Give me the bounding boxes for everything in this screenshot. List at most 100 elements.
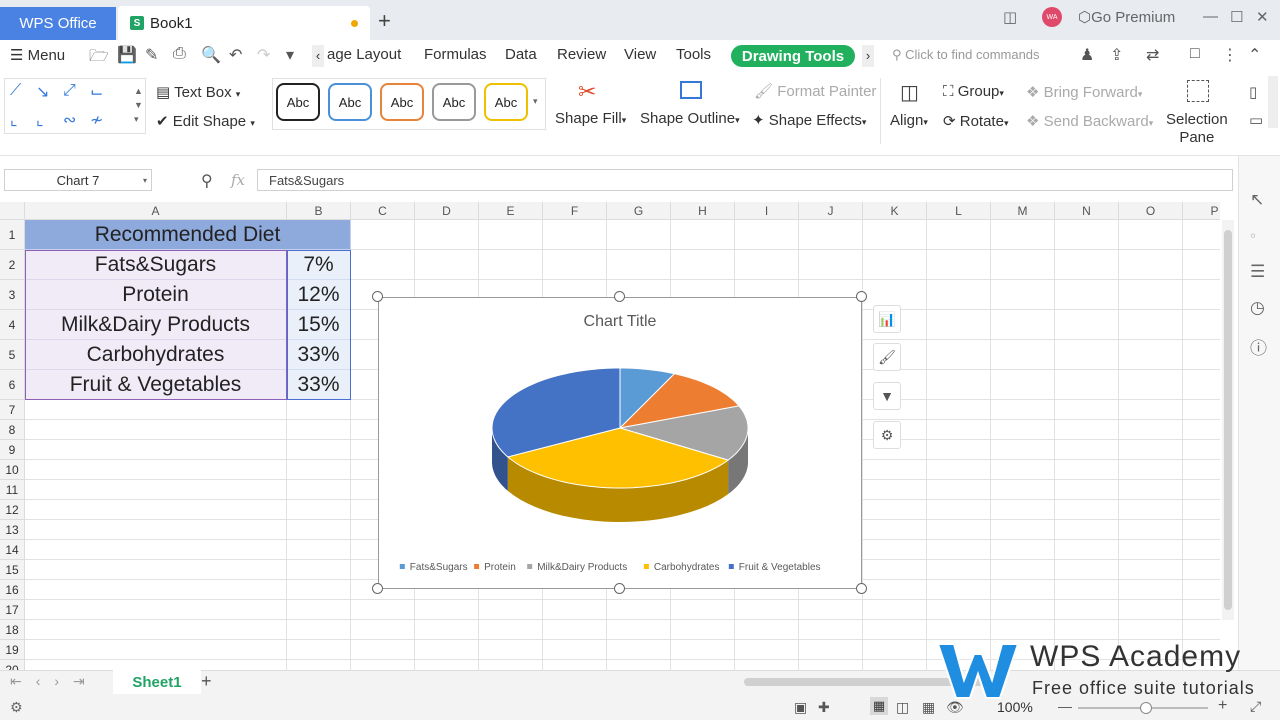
zoom-slider-thumb[interactable] (1140, 702, 1152, 714)
column-header[interactable]: N (1055, 202, 1119, 220)
grid-cell[interactable] (735, 660, 799, 670)
grid-cell[interactable] (1119, 220, 1183, 250)
grid-cell[interactable] (415, 220, 479, 250)
grid-cell[interactable] (543, 640, 607, 660)
row-header[interactable]: 6 (0, 370, 25, 400)
grid-cell[interactable] (1183, 370, 1220, 400)
scroll-right-button[interactable]: › (862, 45, 874, 67)
grid-cell[interactable] (799, 640, 863, 660)
grid-cell[interactable] (607, 600, 671, 620)
elbow-arrow-icon[interactable]: ⌞ (10, 110, 18, 130)
zoom-icon[interactable]: ⚲ (201, 171, 213, 191)
grid-cell[interactable] (415, 250, 479, 280)
redo-icon[interactable]: ↷ (257, 45, 270, 65)
grid-cell[interactable] (1055, 420, 1119, 440)
row-header[interactable]: 13 (0, 520, 25, 540)
grid-cell[interactable] (287, 520, 351, 540)
rotate-button[interactable]: ⟳ Rotate▾ (943, 112, 1008, 130)
row-header[interactable]: 11 (0, 480, 25, 500)
row-header[interactable]: 2 (0, 250, 25, 280)
grid-cell[interactable] (1055, 460, 1119, 480)
grid-cell[interactable] (671, 640, 735, 660)
grid-cell[interactable] (287, 660, 351, 670)
shape-style-2[interactable]: Abc (328, 83, 372, 121)
grid-cell[interactable] (927, 310, 991, 340)
macro-icon[interactable]: ⚙ (10, 699, 23, 716)
history-icon[interactable]: ◷ (1250, 298, 1265, 318)
curved-arrow-icon[interactable]: ≁ (90, 110, 103, 130)
edit-shape-button[interactable]: ✔ Edit Shape ▾ (156, 112, 255, 130)
table-value-cell[interactable]: 33% (287, 370, 351, 400)
legend-entry[interactable]: Milk&Dairy Products (537, 562, 627, 573)
double-arrow-icon[interactable]: ⤢ (63, 82, 76, 100)
grid-cell[interactable] (1119, 560, 1183, 580)
save-icon[interactable]: 💾 (117, 45, 137, 65)
chart-filter-icon[interactable]: ▼ (873, 382, 901, 410)
grid-cell[interactable] (1119, 420, 1183, 440)
row-header[interactable]: 18 (0, 620, 25, 640)
resize-handle[interactable] (372, 583, 383, 594)
zoom-slider[interactable] (1078, 702, 1208, 714)
grid-cell[interactable] (351, 660, 415, 670)
shape-effects-button[interactable]: ✦ Shape Effects▾ (752, 111, 866, 129)
arrange-icon[interactable]: ⇄ (1146, 45, 1159, 65)
legend-entry[interactable]: Carbohydrates (654, 562, 720, 573)
grid-cell[interactable] (1119, 340, 1183, 370)
grid-cell[interactable] (1119, 520, 1183, 540)
grid-cell[interactable] (415, 600, 479, 620)
grid-cell[interactable] (735, 620, 799, 640)
grid-cell[interactable] (991, 400, 1055, 420)
send-backward-button[interactable]: ❖ Send Backward▾ (1026, 112, 1153, 130)
grid-cell[interactable] (1055, 400, 1119, 420)
grid-cell[interactable] (927, 440, 991, 460)
grid-cell[interactable] (735, 640, 799, 660)
grid-cell[interactable] (1183, 250, 1220, 280)
grid-cell[interactable] (607, 250, 671, 280)
minimize-button[interactable]: — (1203, 8, 1218, 25)
width-icon[interactable]: ▯ (1249, 83, 1257, 101)
styles-more-icon[interactable]: ▾ (533, 96, 538, 107)
shape-style-1[interactable]: Abc (276, 83, 320, 121)
selection-pane-button[interactable]: Selection Pane (1166, 111, 1228, 147)
resize-handle[interactable] (856, 583, 867, 594)
grid-cell[interactable] (991, 440, 1055, 460)
grid-cell[interactable] (1183, 310, 1220, 340)
grid-cell[interactable] (927, 560, 991, 580)
grid-cell[interactable] (671, 660, 735, 670)
grid-cell[interactable] (479, 600, 543, 620)
page-layout-view-icon[interactable]: ◫ (896, 699, 909, 716)
row-header[interactable]: 5 (0, 340, 25, 370)
tab-page-layout[interactable]: age Layout (327, 46, 401, 63)
new-tab-button[interactable]: + (378, 8, 391, 34)
chart-elements-icon[interactable]: 📊 (873, 305, 901, 333)
help-icon[interactable]: ⓘ (1250, 334, 1267, 359)
grid-cell[interactable] (25, 600, 287, 620)
print-icon[interactable]: ⎙ (173, 45, 186, 63)
grid-cell[interactable] (799, 250, 863, 280)
grid-cell[interactable] (25, 640, 287, 660)
grid-cell[interactable] (287, 620, 351, 640)
shape-style-3[interactable]: Abc (380, 83, 424, 121)
table-value-cell[interactable]: 15% (287, 310, 351, 340)
grid-cell[interactable] (25, 400, 287, 420)
grid-cell[interactable] (1119, 500, 1183, 520)
grid-cell[interactable] (991, 310, 1055, 340)
row-header[interactable]: 12 (0, 500, 25, 520)
grid-cell[interactable] (671, 620, 735, 640)
grid-cell[interactable] (1055, 540, 1119, 560)
column-header[interactable]: G (607, 202, 671, 220)
gallery-scroll-icon[interactable]: ▲ ▼ ▾ (134, 84, 143, 126)
grid-cell[interactable] (863, 660, 927, 670)
grid-cell[interactable] (479, 250, 543, 280)
grid-cell[interactable] (479, 640, 543, 660)
grid-cell[interactable] (735, 220, 799, 250)
grid-cell[interactable] (863, 520, 927, 540)
column-header[interactable]: J (799, 202, 863, 220)
grid-cell[interactable] (991, 460, 1055, 480)
grid-cell[interactable] (1119, 440, 1183, 460)
collapse-ribbon-icon[interactable]: ⌃ (1248, 45, 1261, 65)
grid-cell[interactable] (671, 250, 735, 280)
grid-cell[interactable] (927, 250, 991, 280)
resize-handle[interactable] (614, 291, 625, 302)
grid-cell[interactable] (25, 560, 287, 580)
